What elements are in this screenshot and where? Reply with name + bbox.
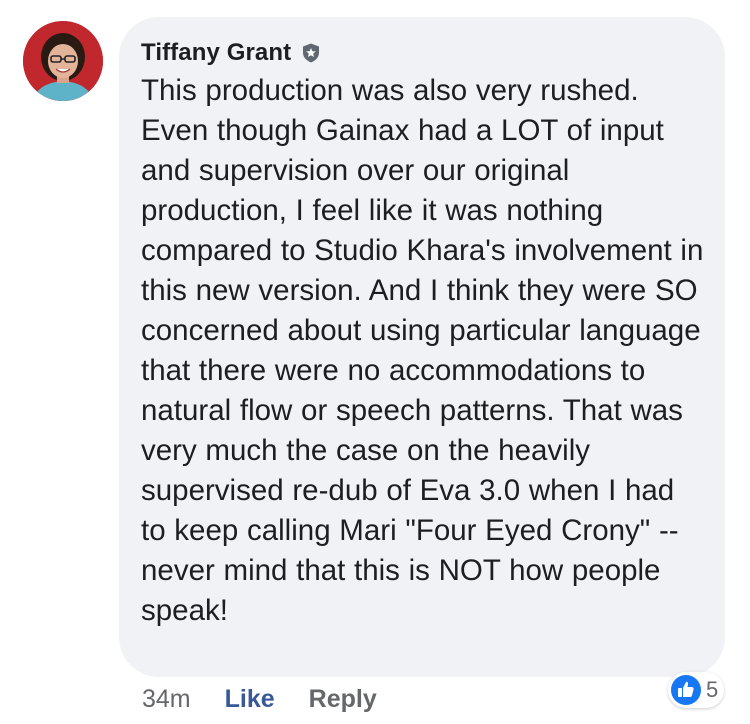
author-name[interactable]: Tiffany Grant (141, 39, 291, 67)
reactions-summary[interactable]: 5 (668, 672, 725, 708)
top-fan-shield-icon (300, 42, 322, 64)
author-row: Tiffany Grant (141, 35, 705, 71)
comment-bubble: Tiffany Grant This production was also v… (119, 17, 725, 677)
like-button[interactable]: Like (225, 685, 275, 714)
comment-text: This production was also very rushed. Ev… (141, 74, 704, 627)
reply-button[interactable]: Reply (309, 685, 377, 714)
reaction-count: 5 (706, 677, 719, 702)
comment-actions: 34m Like Reply (142, 681, 377, 717)
author-avatar[interactable] (23, 21, 103, 101)
like-thumb-icon (671, 675, 701, 705)
comment-timestamp[interactable]: 34m (142, 685, 191, 714)
